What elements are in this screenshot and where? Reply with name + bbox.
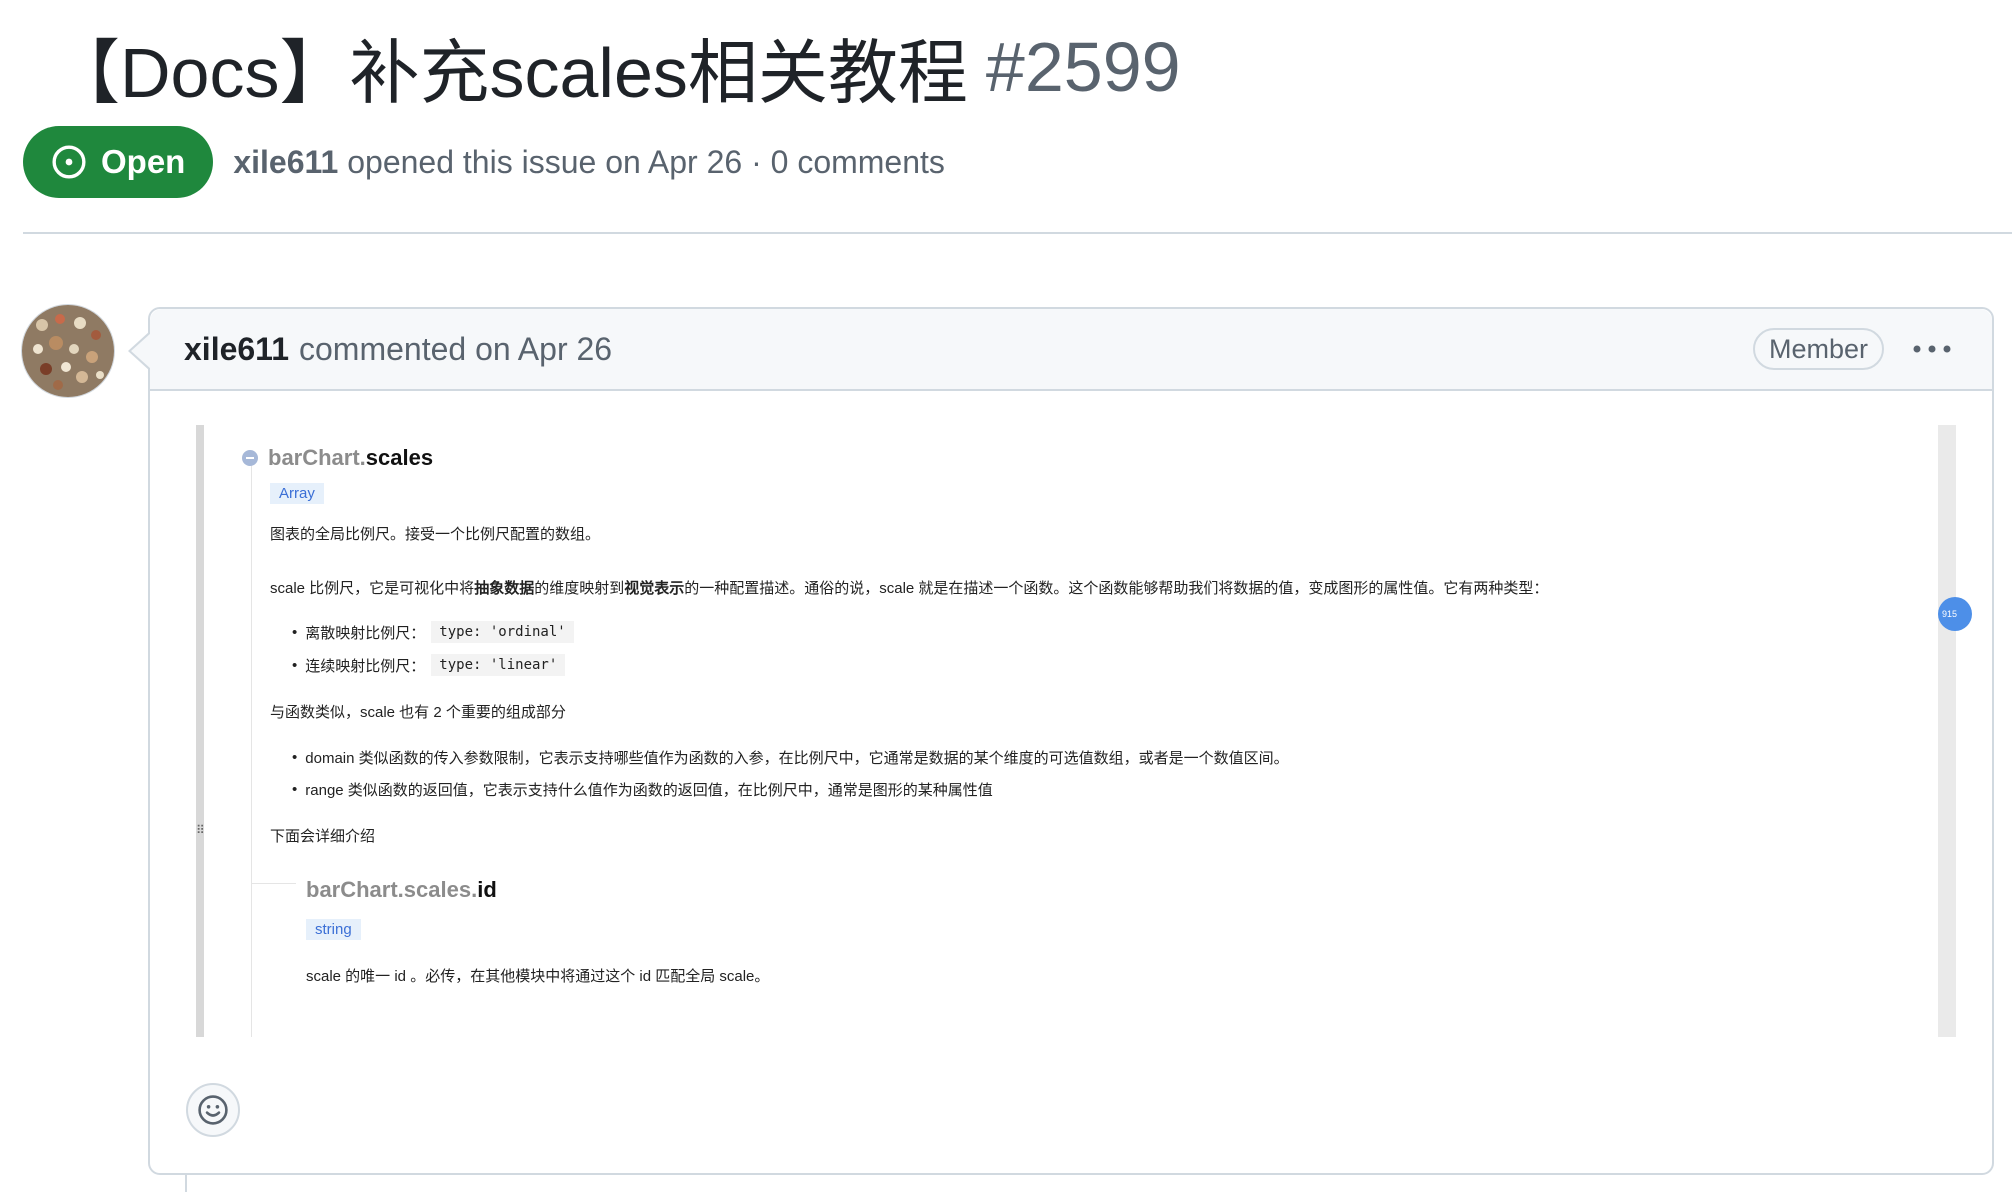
doc-subheading: barChart.scales.id bbox=[306, 877, 497, 903]
avatar[interactable] bbox=[22, 305, 114, 397]
comment-author-link[interactable]: xile611 bbox=[184, 331, 289, 368]
header-divider bbox=[23, 232, 2012, 234]
drag-handle-icon: ⠿ bbox=[196, 823, 205, 837]
doc-left-bar bbox=[196, 425, 204, 1037]
kebab-horizontal-icon bbox=[1913, 345, 1951, 353]
comment-more-button[interactable] bbox=[1910, 329, 1954, 369]
doc-subheading-name: id bbox=[477, 877, 497, 902]
comment-box: xile611 commented on Apr 26 Member ⠿ bar… bbox=[128, 307, 1994, 1175]
list-item: 连续映射比例尺： type: 'linear' bbox=[292, 654, 566, 676]
issue-opened-text: opened this issue on Apr 26 · 0 comments bbox=[347, 143, 945, 180]
issue-opened-icon bbox=[52, 145, 86, 179]
doc-tree-line bbox=[251, 453, 252, 1037]
issue-meta-row: Open xile611 opened this issue on Apr 26… bbox=[23, 126, 945, 198]
doc-heading-prefix: barChart. bbox=[268, 445, 366, 470]
member-role-badge: Member bbox=[1752, 328, 1884, 370]
smiley-icon bbox=[198, 1095, 228, 1125]
avatar-image bbox=[22, 305, 114, 397]
issue-meta-text: xile611 opened this issue on Apr 26 · 0 … bbox=[233, 144, 945, 181]
doc-scrollbar bbox=[1938, 425, 1956, 1037]
code-snippet: type: 'ordinal' bbox=[431, 621, 574, 643]
issue-status-label: Open bbox=[101, 143, 186, 180]
doc-summary: 图表的全局比例尺。接受一个比例尺配置的数组。 bbox=[270, 526, 601, 543]
timeline-line bbox=[185, 1175, 187, 1192]
doc-sub-type-tag: string bbox=[306, 919, 361, 940]
issue-title-row: 【Docs】补充scales相关教程 #2599 bbox=[50, 22, 1181, 112]
comment-timestamp[interactable]: commented on Apr 26 bbox=[299, 331, 612, 368]
doc-sub-connector bbox=[252, 883, 296, 884]
comment-header: xile611 commented on Apr 26 Member bbox=[128, 309, 1992, 391]
doc-more-text: 下面会详细介绍 bbox=[270, 828, 376, 845]
doc-intro: scale 比例尺，它是可视化中将抽象数据的维度映射到视觉表示的一种配置描述。通… bbox=[270, 580, 1549, 597]
issue-author-link[interactable]: xile611 bbox=[233, 144, 338, 180]
code-snippet: type: 'linear' bbox=[431, 654, 566, 676]
doc-subheading-prefix: barChart.scales. bbox=[306, 877, 478, 902]
list-item: domain 类似函数的传入参数限制，它表示支持哪些值作为函数的入参，在比例尺中… bbox=[292, 747, 1288, 768]
floating-badge: 915 bbox=[1938, 597, 1972, 631]
add-reaction-button[interactable] bbox=[186, 1083, 240, 1137]
doc-type-tag: Array bbox=[270, 483, 324, 504]
comment-image[interactable]: ⠿ barChart. scales Array 图表的全局比例尺。接受一个比例尺… bbox=[196, 425, 1972, 1037]
list-item: 离散映射比例尺： type: 'ordinal' bbox=[292, 621, 574, 643]
doc-components-intro: 与函数类似，scale 也有 2 个重要的组成部分 bbox=[270, 704, 566, 721]
doc-heading: barChart. scales bbox=[242, 445, 433, 471]
issue-title: 【Docs】补充scales相关教程 bbox=[50, 33, 968, 112]
list-item: range 类似函数的返回值，它表示支持什么值作为函数的返回值，在比例尺中，通常… bbox=[292, 779, 993, 800]
issue-number: #2599 bbox=[985, 28, 1181, 106]
collapse-icon bbox=[242, 450, 258, 466]
doc-sub-desc: scale 的唯一 id 。必传，在其他模块中将通过这个 id 匹配全局 sca… bbox=[306, 968, 770, 985]
doc-heading-name: scales bbox=[365, 445, 434, 470]
issue-status-badge: Open bbox=[23, 126, 214, 198]
